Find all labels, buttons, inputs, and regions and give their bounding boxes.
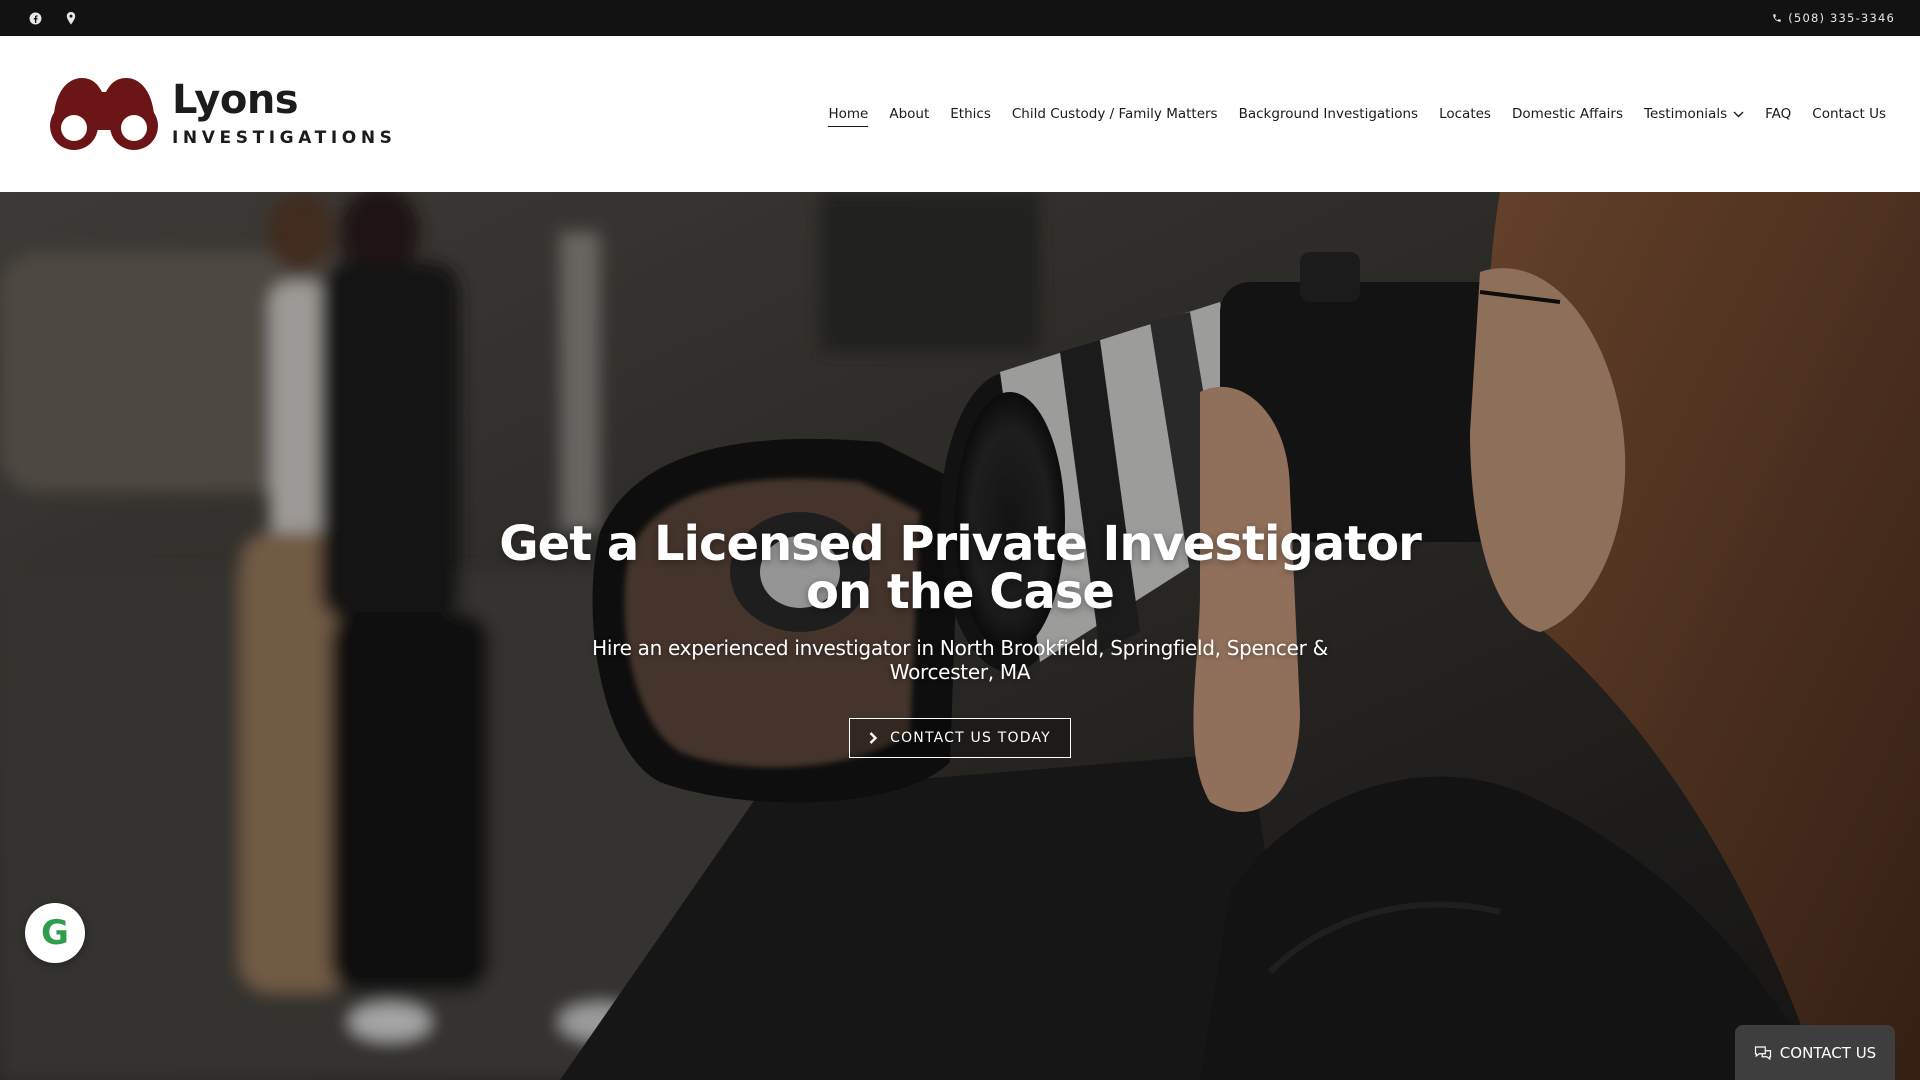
top-utility-bar: (508) 335-3346 <box>0 0 1920 36</box>
hero-subtitle-line-1: Hire an experienced investigator in Nort… <box>592 636 1328 660</box>
nav-item-domestic-affairs[interactable]: Domestic Affairs <box>1512 101 1623 127</box>
hero-title-line-2: on the Case <box>806 564 1115 620</box>
nav-item-child-custody[interactable]: Child Custody / Family Matters <box>1012 101 1218 127</box>
phone-number: (508) 335-3346 <box>1788 11 1895 25</box>
hero-subtitle: Hire an experienced investigator in Nort… <box>560 636 1360 684</box>
nav-item-background-investigations[interactable]: Background Investigations <box>1239 101 1418 127</box>
chat-bubbles-icon <box>1754 1045 1771 1060</box>
nav-item-contact-us[interactable]: Contact Us <box>1812 101 1886 127</box>
logo-name: Lyons <box>172 77 299 123</box>
google-reviews-badge[interactable]: G <box>25 903 85 963</box>
hero-section: Get a Licensed Private Investigator on t… <box>0 192 1920 1080</box>
nav-item-about[interactable]: About <box>889 101 929 127</box>
nav-item-ethics[interactable]: Ethics <box>950 101 991 127</box>
contact-us-today-button[interactable]: CONTACT US TODAY <box>849 718 1071 758</box>
facebook-icon[interactable] <box>25 0 45 36</box>
nav-item-locates[interactable]: Locates <box>1439 101 1491 127</box>
map-pin-icon[interactable] <box>61 0 81 36</box>
site-logo[interactable]: Lyons INVESTIGATIONS <box>46 74 392 154</box>
hero-subtitle-line-2: Worcester, MA <box>889 660 1031 684</box>
chevron-down-icon <box>1733 111 1744 118</box>
logo-tagline: INVESTIGATIONS <box>172 128 397 148</box>
site-header: Lyons INVESTIGATIONS Home About Ethics C… <box>0 36 1920 192</box>
floating-contact-button[interactable]: CONTACT US <box>1735 1025 1895 1080</box>
chevron-right-icon <box>869 732 878 744</box>
google-g-icon: G <box>41 913 69 953</box>
cta-label: CONTACT US TODAY <box>890 730 1051 746</box>
nav-item-testimonials[interactable]: Testimonials <box>1644 101 1744 127</box>
nav-item-testimonials-label: Testimonials <box>1644 106 1728 122</box>
main-navigation: Home About Ethics Child Custody / Family… <box>807 36 1886 192</box>
hero-title: Get a Licensed Private Investigator on t… <box>460 520 1460 616</box>
phone-link[interactable]: (508) 335-3346 <box>1772 0 1895 36</box>
nav-item-faq[interactable]: FAQ <box>1765 101 1791 127</box>
floating-contact-label: CONTACT US <box>1779 1043 1877 1062</box>
phone-icon <box>1773 14 1781 22</box>
nav-item-home[interactable]: Home <box>828 101 868 127</box>
logo-wordmark: Lyons INVESTIGATIONS <box>172 78 397 148</box>
binoculars-logo-icon <box>50 78 158 150</box>
